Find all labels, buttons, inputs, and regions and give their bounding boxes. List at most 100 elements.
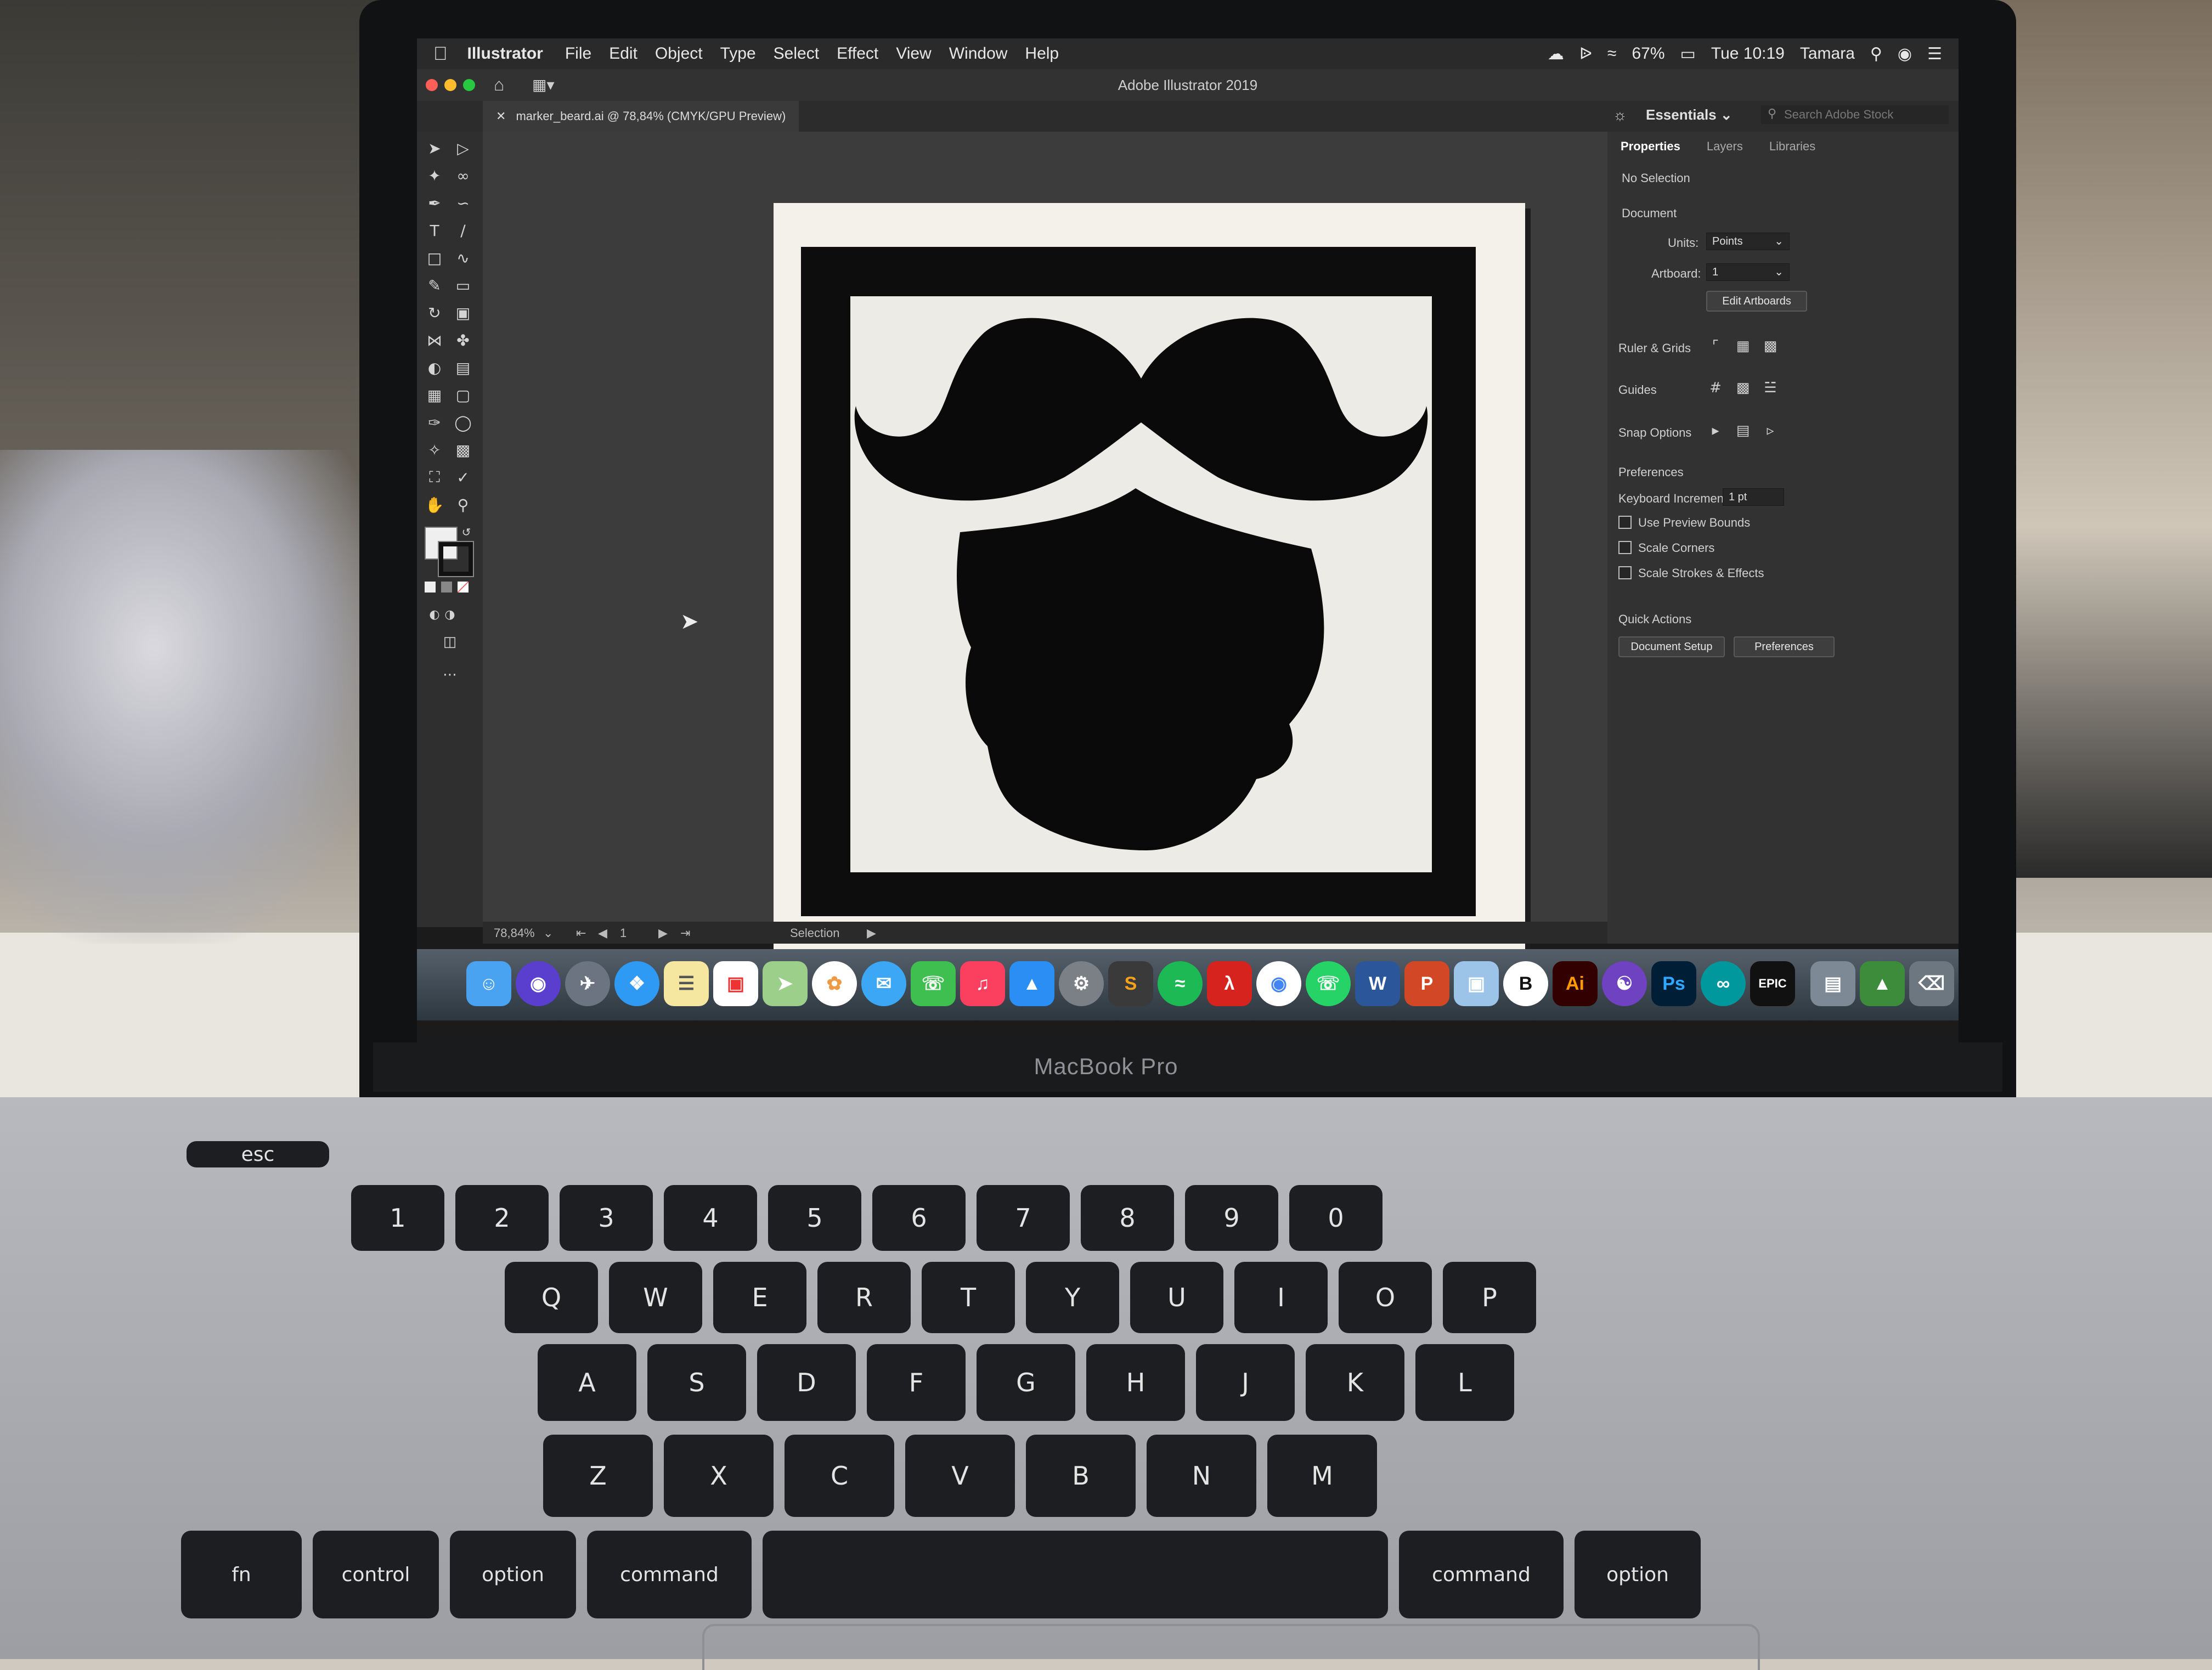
menu-help[interactable]: Help: [1025, 44, 1059, 63]
type-tool-icon[interactable]: T: [424, 219, 445, 241]
eraser-tool-icon[interactable]: ▭: [452, 274, 474, 296]
chevron-down-icon[interactable]: ⌄: [543, 926, 553, 940]
menu-window[interactable]: Window: [949, 44, 1008, 63]
perspective-grid-tool-icon[interactable]: ▤: [452, 357, 474, 379]
marker-beard-artwork[interactable]: [850, 296, 1432, 872]
acrobat-icon[interactable]: λ: [1207, 961, 1252, 1006]
key-r[interactable]: R: [817, 1262, 911, 1333]
sublime-text-icon[interactable]: S: [1108, 961, 1153, 1006]
photos-icon[interactable]: ✿: [812, 961, 857, 1006]
battery-icon[interactable]: ▭: [1680, 44, 1696, 64]
trackpad[interactable]: [702, 1624, 1760, 1670]
photoshop-icon[interactable]: Ps: [1651, 961, 1696, 1006]
downloads-stack-icon[interactable]: ▤: [1810, 961, 1855, 1006]
grid-icon[interactable]: ▦: [1734, 337, 1752, 356]
artboard-select[interactable]: 1 ⌄: [1706, 263, 1790, 281]
gradient-mode-icon[interactable]: [441, 582, 452, 593]
key-3[interactable]: 3: [560, 1185, 653, 1251]
artboard-number[interactable]: 1: [620, 926, 627, 940]
trash-icon[interactable]: ⌫: [1909, 961, 1954, 1006]
key-4[interactable]: 4: [664, 1185, 757, 1251]
workspace-switcher[interactable]: Essentials ⌄: [1646, 106, 1733, 123]
rectangle-tool-icon[interactable]: □: [424, 247, 445, 269]
color-mode-icon[interactable]: [425, 582, 436, 593]
menu-file[interactable]: File: [565, 44, 591, 63]
current-tool-status[interactable]: Selection: [790, 926, 840, 940]
scale-corners-checkbox[interactable]: [1618, 541, 1632, 554]
status-menu-icon[interactable]: ▶: [867, 926, 876, 940]
key-s[interactable]: S: [647, 1344, 746, 1421]
rulers-icon[interactable]: ⌜: [1706, 337, 1725, 356]
github-desktop-icon[interactable]: ☯: [1602, 961, 1647, 1006]
facetime-icon[interactable]: ☏: [911, 961, 956, 1006]
snap-to-point-icon[interactable]: ▸: [1706, 421, 1725, 440]
notification-center-icon[interactable]: ☰: [1927, 44, 1942, 64]
eyedropper-tool-icon[interactable]: ✑: [424, 411, 445, 433]
rotate-tool-icon[interactable]: ↻: [424, 302, 445, 324]
adobe-stock-search-input[interactable]: Search Adobe Stock: [1761, 105, 1949, 124]
powerpoint-icon[interactable]: P: [1404, 961, 1449, 1006]
none-mode-icon[interactable]: [458, 582, 469, 593]
slice-tool-icon[interactable]: ✓: [452, 466, 474, 488]
width-tool-icon[interactable]: ⋈: [424, 329, 445, 351]
chrome-icon[interactable]: ◉: [1256, 961, 1301, 1006]
key-c[interactable]: C: [785, 1435, 894, 1517]
preferences-button[interactable]: Preferences: [1734, 636, 1835, 657]
key-m[interactable]: M: [1267, 1435, 1377, 1517]
key-g[interactable]: G: [977, 1344, 1075, 1421]
zoom-level[interactable]: 78,84%: [494, 926, 535, 940]
key-k[interactable]: K: [1306, 1344, 1404, 1421]
wifi-icon[interactable]: ≈: [1607, 44, 1616, 63]
key-7[interactable]: 7: [977, 1185, 1070, 1251]
units-select[interactable]: Points ⌄: [1706, 233, 1790, 250]
document-setup-button[interactable]: Document Setup: [1618, 636, 1725, 657]
key-space[interactable]: [763, 1531, 1388, 1618]
scale-strokes-effects-checkbox[interactable]: [1618, 566, 1632, 579]
more-tools-icon[interactable]: ⋯: [439, 664, 461, 686]
key-z[interactable]: Z: [543, 1435, 653, 1517]
tab-libraries[interactable]: Libraries: [1756, 132, 1829, 159]
illustrator-icon[interactable]: Ai: [1553, 961, 1598, 1006]
key-fn[interactable]: fn: [181, 1531, 302, 1618]
last-artboard-icon[interactable]: ⇥: [680, 926, 690, 940]
key-esc[interactable]: esc: [187, 1141, 329, 1167]
key-v[interactable]: V: [905, 1435, 1015, 1517]
lasso-tool-icon[interactable]: ∞: [452, 165, 474, 187]
lock-guides-icon[interactable]: ▩: [1734, 379, 1752, 397]
stroke-swatch[interactable]: [438, 541, 474, 577]
menu-object[interactable]: Object: [655, 44, 703, 63]
key-l[interactable]: L: [1415, 1344, 1514, 1421]
menu-edit[interactable]: Edit: [609, 44, 637, 63]
use-preview-bounds-checkbox[interactable]: [1618, 516, 1632, 529]
selection-tool-icon[interactable]: ➤: [424, 137, 445, 159]
key-0[interactable]: 0: [1289, 1185, 1383, 1251]
menu-effect[interactable]: Effect: [837, 44, 878, 63]
apple-icon[interactable]: : [433, 43, 448, 65]
magic-wand-tool-icon[interactable]: ✦: [424, 165, 445, 187]
paintbrush-tool-icon[interactable]: ∿: [452, 247, 474, 269]
epic-games-icon[interactable]: EPIC: [1750, 961, 1795, 1006]
safari-icon[interactable]: ❖: [614, 961, 659, 1006]
smart-guides-icon[interactable]: ☱: [1761, 379, 1780, 397]
direct-selection-tool-icon[interactable]: ▷: [452, 137, 474, 159]
symbol-sprayer-tool-icon[interactable]: ✧: [424, 439, 445, 461]
calendar-icon[interactable]: ▣: [713, 961, 758, 1006]
key-u[interactable]: U: [1130, 1262, 1223, 1333]
messages-icon[interactable]: ✉: [861, 961, 906, 1006]
menu-select[interactable]: Select: [774, 44, 819, 63]
user-name[interactable]: Tamara: [1800, 44, 1855, 63]
key-2[interactable]: 2: [455, 1185, 549, 1251]
artboard[interactable]: [774, 203, 1525, 949]
menu-type[interactable]: Type: [720, 44, 756, 63]
hand-tool-icon[interactable]: ✋: [424, 494, 445, 516]
line-tool-icon[interactable]: ∕: [452, 219, 474, 241]
bitcoin-app-icon[interactable]: B: [1503, 961, 1548, 1006]
lightbulb-icon[interactable]: ☼: [1613, 106, 1627, 124]
key-command-right[interactable]: command: [1399, 1531, 1564, 1618]
whatsapp-icon[interactable]: ☏: [1306, 961, 1351, 1006]
zoom-tool-icon[interactable]: ⚲: [452, 494, 474, 516]
key-t[interactable]: T: [922, 1262, 1015, 1333]
app-store-icon[interactable]: ▲: [1009, 961, 1054, 1006]
previous-artboard-icon[interactable]: ◀: [598, 926, 607, 940]
draw-behind-icon[interactable]: ◑: [439, 603, 461, 625]
